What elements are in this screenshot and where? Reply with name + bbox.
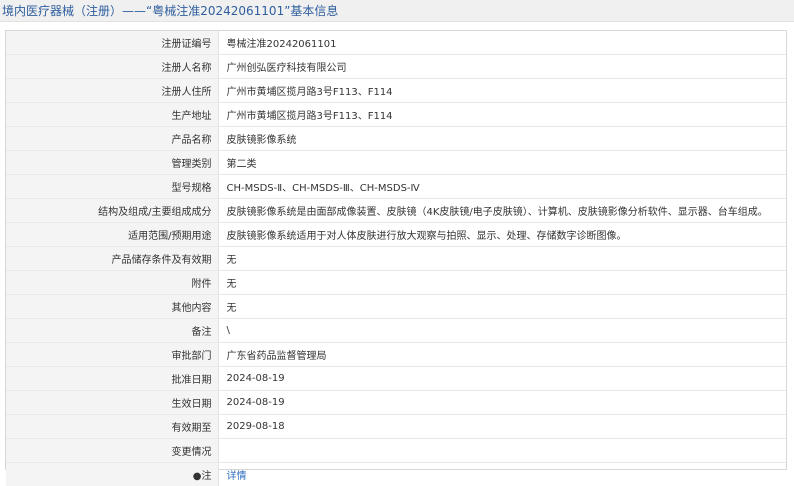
table-row: 其他内容无 <box>6 295 786 319</box>
intended-use-value: 皮肤镜影像系统适用于对人体皮肤进行放大观察与拍照、显示、处理、存储数字诊断图像。 <box>218 223 786 247</box>
page-title: 境内医疗器械（注册）——“粤械注准20242061101”基本信息 <box>2 2 338 19</box>
row-label: 管理类别 <box>6 151 218 175</box>
registrant-address-value: 广州市黄埔区揽月路3号F113、F114 <box>218 79 786 103</box>
row-label: 产品名称 <box>6 127 218 151</box>
row-label: 结构及组成/主要组成成分 <box>6 199 218 223</box>
expiry-date-value: 2029-08-18 <box>218 415 786 439</box>
table-row: 注册证编号粤械注准20242061101 <box>6 31 786 55</box>
row-label: ●注 <box>6 463 218 486</box>
row-label: 注册人住所 <box>6 79 218 103</box>
registrant-name-value: 广州创弘医疗科技有限公司 <box>218 55 786 79</box>
row-label: 生效日期 <box>6 391 218 415</box>
row-label: 有效期至 <box>6 415 218 439</box>
production-address-value: 广州市黄埔区揽月路3号F113、F114 <box>218 103 786 127</box>
row-label: 适用范围/预期用途 <box>6 223 218 247</box>
table-row: ●注详情 <box>6 463 786 486</box>
table-row: 产品储存条件及有效期无 <box>6 247 786 271</box>
table-row: 适用范围/预期用途皮肤镜影像系统适用于对人体皮肤进行放大观察与拍照、显示、处理、… <box>6 223 786 247</box>
table-row: 生产地址广州市黄埔区揽月路3号F113、F114 <box>6 103 786 127</box>
structure-value: 皮肤镜影像系统是由面部成像装置、皮肤镜（4K皮肤镜/电子皮肤镜）、计算机、皮肤镜… <box>218 199 786 223</box>
management-category-value: 第二类 <box>218 151 786 175</box>
row-label: 批准日期 <box>6 367 218 391</box>
table-row: 型号规格CH-MSDS-Ⅱ、CH-MSDS-Ⅲ、CH-MSDS-Ⅳ <box>6 175 786 199</box>
row-label: 生产地址 <box>6 103 218 127</box>
change-status-value <box>218 439 786 463</box>
table-row: 管理类别第二类 <box>6 151 786 175</box>
model-spec-value: CH-MSDS-Ⅱ、CH-MSDS-Ⅲ、CH-MSDS-Ⅳ <box>218 175 786 199</box>
table-row: 产品名称皮肤镜影像系统 <box>6 127 786 151</box>
info-panel: 注册证编号粤械注准20242061101 注册人名称广州创弘医疗科技有限公司 注… <box>5 30 787 470</box>
row-label: 审批部门 <box>6 343 218 367</box>
table-row: 备注\ <box>6 319 786 343</box>
table-row: 注册人住所广州市黄埔区揽月路3号F113、F114 <box>6 79 786 103</box>
row-label: 其他内容 <box>6 295 218 319</box>
row-label: 变更情况 <box>6 439 218 463</box>
table-row: 附件无 <box>6 271 786 295</box>
row-label: 附件 <box>6 271 218 295</box>
details-link[interactable]: 详情 <box>227 471 247 482</box>
other-content-value: 无 <box>218 295 786 319</box>
row-label: 注册人名称 <box>6 55 218 79</box>
row-label: 备注 <box>6 319 218 343</box>
attachment-value: 无 <box>218 271 786 295</box>
registration-number-value: 粤械注准20242061101 <box>218 31 786 55</box>
remarks-value: \ <box>218 319 786 343</box>
row-label: 注册证编号 <box>6 31 218 55</box>
table-row: 审批部门广东省药品监督管理局 <box>6 343 786 367</box>
approval-department-value: 广东省药品监督管理局 <box>218 343 786 367</box>
table-row: 结构及组成/主要组成成分皮肤镜影像系统是由面部成像装置、皮肤镜（4K皮肤镜/电子… <box>6 199 786 223</box>
note-value-cell: 详情 <box>218 463 786 486</box>
table-row: 注册人名称广州创弘医疗科技有限公司 <box>6 55 786 79</box>
row-label: 型号规格 <box>6 175 218 199</box>
page-header: 境内医疗器械（注册）——“粤械注准20242061101”基本信息 <box>0 0 794 22</box>
table-row: 变更情况 <box>6 439 786 463</box>
row-label: 产品储存条件及有效期 <box>6 247 218 271</box>
table-row: 有效期至2029-08-18 <box>6 415 786 439</box>
table-row: 生效日期2024-08-19 <box>6 391 786 415</box>
effective-date-value: 2024-08-19 <box>218 391 786 415</box>
table-row: 批准日期2024-08-19 <box>6 367 786 391</box>
approval-date-value: 2024-08-19 <box>218 367 786 391</box>
storage-value: 无 <box>218 247 786 271</box>
product-name-value: 皮肤镜影像系统 <box>218 127 786 151</box>
info-table: 注册证编号粤械注准20242061101 注册人名称广州创弘医疗科技有限公司 注… <box>6 31 786 486</box>
